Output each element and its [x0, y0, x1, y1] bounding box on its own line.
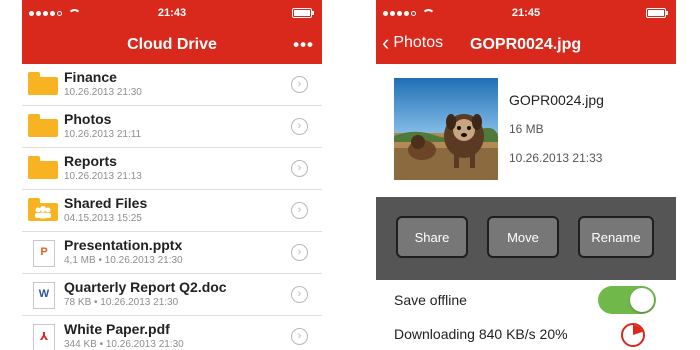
nav-bar: Cloud Drive ••• — [22, 26, 322, 64]
status-bar: 21:45 — [376, 0, 676, 26]
list-item-reports[interactable]: Reports 10.26.2013 21:13 › — [22, 148, 322, 190]
action-bar: Share Move Rename — [376, 197, 676, 280]
item-name: Quarterly Report Q2.doc — [64, 279, 227, 295]
share-button[interactable]: Share — [396, 216, 468, 258]
item-meta: 10.26.2013 21:30 — [64, 87, 142, 98]
chevron-right-icon[interactable]: › — [291, 244, 308, 261]
list-item-finance[interactable]: Finance 10.26.2013 21:30 › — [22, 64, 322, 106]
file-info: GOPR0024.jpg 16 MB 10.26.2013 21:33 — [376, 64, 676, 197]
list-item-white-paper[interactable]: ⅄ White Paper.pdf 344 KB • 10.26.2013 21… — [22, 316, 322, 350]
battery-icon — [646, 8, 668, 18]
list-item-presentation[interactable]: P Presentation.pptx 4,1 MB • 10.26.2013 … — [22, 232, 322, 274]
chevron-right-icon[interactable]: › — [291, 328, 308, 345]
item-meta: 4,1 MB • 10.26.2013 21:30 — [64, 255, 183, 266]
move-button[interactable]: Move — [487, 216, 559, 258]
status-bar: 21:43 — [22, 0, 322, 26]
chevron-right-icon[interactable]: › — [291, 118, 308, 135]
list-item-photos[interactable]: Photos 10.26.2013 21:11 › — [22, 106, 322, 148]
file-size: 16 MB — [509, 122, 544, 136]
file-list: Finance 10.26.2013 21:30 › Photos 10.26.… — [22, 64, 322, 350]
chevron-right-icon[interactable]: › — [291, 202, 308, 219]
folder-icon — [28, 72, 58, 98]
back-button[interactable]: ‹ Photos — [382, 30, 444, 55]
download-progress-icon — [621, 323, 645, 347]
page-title: Cloud Drive — [127, 36, 217, 53]
ellipsis-icon[interactable]: ••• — [293, 35, 314, 55]
file-date: 10.26.2013 21:33 — [509, 151, 603, 165]
item-name: Reports — [64, 153, 117, 169]
file-detail-screen: 21:45 ‹ Photos GOPR0024.jpg GOPR0024.jpg… — [376, 0, 676, 350]
rename-button[interactable]: Rename — [578, 216, 654, 258]
pdf-file-icon: ⅄ — [28, 324, 58, 350]
save-offline-row: Save offline — [376, 280, 676, 320]
file-badge: W — [38, 288, 50, 300]
item-meta: 344 KB • 10.26.2013 21:30 — [64, 339, 184, 350]
page-title: GOPR0024.jpg — [470, 36, 582, 53]
file-badge: ⅄ — [39, 331, 49, 343]
item-meta: 10.26.2013 21:13 — [64, 171, 142, 182]
file-name: GOPR0024.jpg — [509, 92, 604, 108]
word-file-icon: W — [28, 282, 58, 309]
folder-icon — [28, 114, 58, 140]
save-offline-label: Save offline — [394, 292, 467, 308]
item-name: Finance — [64, 69, 117, 85]
chevron-right-icon[interactable]: › — [291, 286, 308, 303]
chevron-left-icon: ‹ — [382, 30, 390, 55]
file-badge: P — [40, 246, 48, 258]
save-offline-toggle[interactable] — [598, 286, 656, 314]
nav-bar: ‹ Photos GOPR0024.jpg — [376, 26, 676, 64]
item-meta: 04.15.2013 15:25 — [64, 213, 142, 224]
item-name: Presentation.pptx — [64, 237, 183, 253]
powerpoint-file-icon: P — [28, 240, 58, 267]
item-name: Shared Files — [64, 195, 148, 211]
download-row: Downloading 840 KB/s 20% — [376, 320, 676, 350]
chevron-right-icon[interactable]: › — [291, 76, 308, 93]
back-label: Photos — [393, 34, 444, 51]
item-meta: 10.26.2013 21:11 — [64, 129, 142, 140]
list-item-quarterly-report[interactable]: W Quarterly Report Q2.doc 78 KB • 10.26.… — [22, 274, 322, 316]
folder-icon — [28, 156, 58, 182]
item-meta: 78 KB • 10.26.2013 21:30 — [64, 297, 179, 308]
status-time: 21:43 — [157, 7, 187, 19]
item-name: Photos — [64, 111, 112, 127]
download-status: Downloading 840 KB/s 20% — [394, 326, 568, 342]
list-item-shared-files[interactable]: Shared Files 04.15.2013 15:25 › — [22, 190, 322, 232]
cloud-drive-screen: 21:43 Cloud Drive ••• Finance 10.26.2013… — [22, 0, 322, 350]
photo-thumbnail[interactable] — [394, 78, 498, 180]
shared-folder-icon — [28, 198, 58, 224]
chevron-right-icon[interactable]: › — [291, 160, 308, 177]
battery-icon — [292, 8, 314, 18]
item-name: White Paper.pdf — [64, 321, 170, 337]
status-time: 21:45 — [511, 7, 541, 19]
